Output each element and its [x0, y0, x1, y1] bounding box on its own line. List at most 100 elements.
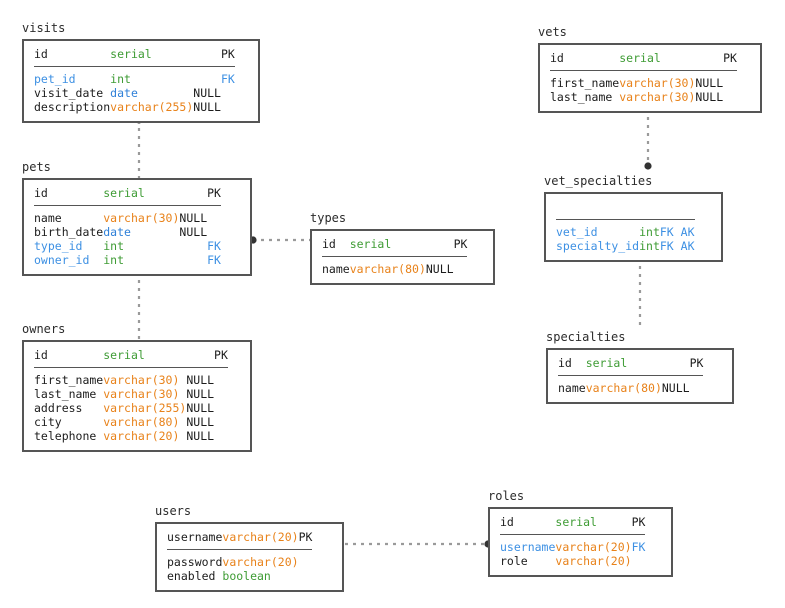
table-row: id serial PK [322, 237, 467, 256]
column-type: varchar(20) [555, 540, 632, 554]
entity-roles[interactable]: roles id serial PK username varchar(20) … [488, 489, 673, 577]
column-null: NULL [193, 100, 221, 114]
column-name: pet_id [34, 72, 76, 86]
entity-label-roles: roles [488, 489, 525, 503]
column-type: varchar(30) [103, 373, 180, 387]
table-row: id serial PK [34, 186, 221, 205]
column-name: last_name [550, 90, 613, 104]
entity-label-visits: visits [22, 21, 66, 35]
column-flag: FK [220, 72, 235, 86]
column-type: varchar(20) [222, 530, 299, 544]
column-null [695, 51, 723, 70]
entity-label-owners: owners [22, 322, 66, 336]
entity-owners[interactable]: owners id serial PK first_name varchar(3… [22, 322, 252, 452]
table-row: last_name varchar(30) NULL [550, 90, 737, 104]
table-row: id serial PK [34, 348, 228, 367]
table-row: birth_date date NULL [34, 225, 221, 239]
column-null: NULL [193, 86, 221, 100]
entity-box-visits: id serial PK pet_id int FK visit_date da… [22, 39, 260, 123]
column-flag [214, 429, 228, 443]
table-row: name varchar(80) NULL [558, 376, 703, 395]
entity-label-vet-specialties: vet_specialties [544, 174, 653, 188]
entity-box-users: username varchar(20) PK password varchar… [155, 522, 344, 592]
column-name: visit_date [34, 86, 104, 100]
column-flag: PK [631, 515, 646, 529]
table-row: first_name varchar(30) NULL [34, 368, 228, 387]
column-name: role [500, 554, 528, 568]
column-flag: FK AK [659, 225, 695, 239]
column-type: int [639, 225, 660, 239]
entity-label-specialties: specialties [546, 330, 626, 344]
table-row [556, 200, 695, 219]
table-row: last_name varchar(30) NULL [34, 387, 228, 401]
column-type: varchar(255) [103, 401, 187, 415]
relationship-pets-types [249, 236, 311, 244]
entity-vet-specialties[interactable]: vet_specialties vet_id int FK AK special… [544, 174, 723, 262]
column-flag [207, 206, 221, 225]
column-name: name [34, 211, 62, 225]
table-row: visit_date date NULL [34, 86, 235, 100]
column-null: NULL [186, 429, 215, 443]
column-flag [214, 415, 228, 429]
column-null [193, 47, 221, 66]
er-diagram-canvas: visits id serial PK pet_id int FK visit_… [0, 0, 785, 608]
column-name: password [167, 555, 223, 569]
column-flag [214, 368, 228, 387]
column-flag [723, 90, 737, 104]
column-type: serial [619, 51, 661, 65]
column-name: id [550, 51, 564, 65]
table-row: id serial PK [558, 356, 703, 375]
column-type: varchar(255) [110, 100, 194, 114]
table-row: id serial PK [34, 47, 235, 66]
table-row: city varchar(80) NULL [34, 415, 228, 429]
column-null [193, 67, 221, 86]
column-type: varchar(80) [349, 262, 426, 276]
column-null: NULL [186, 387, 215, 401]
column-name: vet_id [556, 225, 598, 239]
entity-pets[interactable]: pets id serial PK name varchar(30) NULL … [22, 160, 252, 276]
column-name: birth_date [34, 225, 104, 239]
column-name: owner_id [34, 253, 90, 267]
column-name: specialty_id [556, 239, 640, 253]
column-flag [221, 100, 235, 114]
relationship-vet-specialties-specialties [636, 254, 644, 330]
entity-box-vets: id serial PK first_name varchar(30) NULL… [538, 43, 762, 113]
column-null [179, 253, 207, 267]
column-type: varchar(80) [103, 415, 180, 429]
entity-types[interactable]: types id serial PK name varchar(80) NULL [310, 211, 495, 285]
entity-label-users: users [155, 504, 192, 518]
column-type: serial [349, 237, 392, 251]
column-flag [660, 200, 695, 219]
table-row: specialty_id int FK AK [556, 239, 695, 253]
entity-label-types: types [310, 211, 347, 225]
column-flag: PK [723, 51, 737, 65]
table-row: owner_id int FK [34, 253, 221, 267]
column-null [186, 348, 214, 367]
column-null [662, 356, 690, 375]
column-type: int [110, 72, 131, 86]
entity-label-vets: vets [538, 25, 567, 39]
column-type: varchar(30) [103, 211, 180, 225]
entity-box-types: id serial PK name varchar(80) NULL [310, 229, 495, 285]
column-name: id [500, 515, 514, 529]
column-flag [221, 86, 235, 100]
column-type: varchar(20) [555, 554, 632, 568]
column-flag: FK [207, 239, 221, 253]
entity-specialties[interactable]: specialties id serial PK name varchar(80… [546, 330, 734, 404]
column-type: varchar(80) [585, 381, 662, 395]
entity-users[interactable]: users username varchar(20) PK password v… [155, 504, 344, 592]
table-row: name varchar(80) NULL [322, 257, 467, 276]
entity-box-specialties: id serial PK name varchar(80) NULL [546, 348, 734, 404]
column-flag [299, 569, 313, 583]
column-type: serial [555, 515, 597, 529]
column-flag [299, 550, 313, 569]
column-name: telephone [34, 429, 97, 443]
column-flag: PK [207, 186, 221, 200]
table-row: pet_id int FK [34, 67, 235, 86]
column-flag: PK [689, 356, 704, 370]
column-flag [723, 71, 737, 90]
column-name: username [167, 530, 223, 544]
column-null: NULL [186, 401, 215, 415]
entity-vets[interactable]: vets id serial PK first_name varchar(30)… [538, 25, 762, 113]
entity-visits[interactable]: visits id serial PK pet_id int FK visit_… [22, 21, 260, 123]
